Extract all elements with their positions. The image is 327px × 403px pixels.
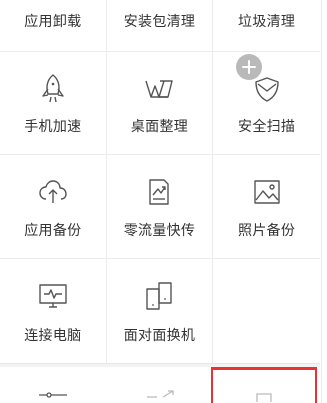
photo-icon [250,175,284,209]
tools-row: 连接电脑 面对面换机 [0,259,320,363]
slider-icon [39,392,67,398]
cloud-upload-icon [36,175,70,209]
tools-panel: 应用卸载 安装包清理 垃圾清理 手机加速 桌面整理 安全扫描 应用备份 零流量快… [0,0,320,403]
tool-label: 垃圾清理 [238,14,296,30]
tool-security-scan[interactable]: 安全扫描 [213,52,320,154]
tool-connect-pc[interactable]: 连接电脑 [0,259,107,363]
tool-label: 面对面换机 [123,328,196,344]
tool-phone-swap[interactable]: 面对面换机 [107,259,214,363]
tool-phone-speedup[interactable]: 手机加速 [0,52,107,154]
tool-label: 连接电脑 [24,328,82,344]
bottom-tile[interactable] [107,367,213,403]
tool-zero-traffic-transfer[interactable]: 零流量快传 [107,155,214,258]
rocket-icon [36,72,70,106]
tool-package-cleanup[interactable]: 安装包清理 [107,0,214,51]
bottom-tile-selected[interactable] [211,367,317,403]
phone-swap-icon [142,279,176,313]
monitor-icon [36,279,70,313]
tool-label: 手机加速 [24,119,82,135]
tool-app-backup[interactable]: 应用备份 [0,155,107,258]
tool-label: 照片备份 [238,223,296,239]
scrollbar[interactable] [321,0,327,403]
plus-icon[interactable] [236,54,262,80]
tool-label: 应用卸载 [24,14,82,30]
tool-label: 安装包清理 [123,14,196,30]
tools-grid: 应用卸载 安装包清理 垃圾清理 手机加速 桌面整理 安全扫描 应用备份 零流量快… [0,0,320,364]
tool-empty-slot [213,259,320,363]
tool-label: 零流量快传 [123,223,196,239]
tool-label: 安全扫描 [238,119,296,135]
tool-label: 应用备份 [24,223,82,239]
transfer-icon [147,390,174,398]
bottom-tools-strip [0,367,320,403]
bottom-tile[interactable] [0,367,106,403]
tools-row: 手机加速 桌面整理 安全扫描 [0,52,320,155]
tool-app-uninstall[interactable]: 应用卸载 [0,0,107,51]
tool-photo-backup[interactable]: 照片备份 [213,155,320,258]
tools-row: 应用卸载 安装包清理 垃圾清理 [0,0,320,52]
tool-junk-cleanup[interactable]: 垃圾清理 [213,0,320,51]
zero-traffic-transfer-icon [142,175,176,209]
desktop-organize-icon [142,72,176,106]
tool-label: 桌面整理 [130,119,189,135]
tool-desktop-organize[interactable]: 桌面整理 [107,52,214,154]
tools-row: 应用备份 零流量快传 照片备份 [0,155,320,259]
document-icon [256,393,272,402]
